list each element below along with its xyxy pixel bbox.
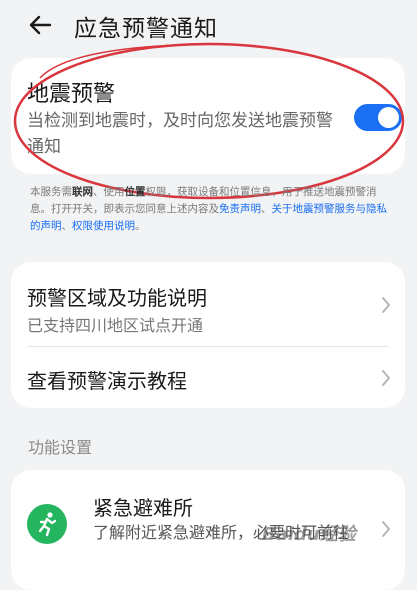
notice-text: 本服务需	[30, 186, 72, 198]
running-person-icon	[27, 504, 67, 544]
chevron-right-icon	[382, 370, 390, 386]
permission-usage-link[interactable]: 权限使用说明	[72, 220, 135, 232]
earthquake-warning-description: 当检测到地震时，及时向您发送地震预警通知	[27, 111, 333, 157]
disclaimer-link[interactable]: 免责声明	[219, 203, 261, 215]
demo-tutorial-title: 查看预警演示教程	[27, 369, 187, 393]
notice-network-term: 联网	[72, 186, 93, 198]
region-info-subtitle: 已支持四川地区试点开通	[27, 316, 204, 335]
demo-tutorial-row[interactable]: 查看预警演示教程	[11, 347, 405, 408]
shelter-title: 紧急避难所	[93, 496, 193, 520]
earthquake-warning-card: 地震预警 当检测到地震时，及时向您发送地震预警通知	[11, 58, 405, 174]
notice-text: 、	[61, 220, 73, 232]
back-arrow-icon[interactable]	[26, 10, 56, 40]
notice-location-term: 位置	[124, 186, 146, 198]
region-info-title: 预警区域及功能说明	[27, 286, 207, 310]
info-card: 预警区域及功能说明 已支持四川地区试点开通 查看预警演示教程	[11, 262, 405, 408]
permission-notice: 本服务需联网、使用位置权限，获取设备和位置信息，用于推送地震预警消息。打开开关，…	[30, 184, 388, 235]
section-label-settings: 功能设置	[28, 438, 93, 457]
region-info-row[interactable]: 预警区域及功能说明 已支持四川地区试点开通	[11, 262, 405, 346]
header-bar: 应急预警通知	[0, 0, 417, 52]
notice-text: 、使用	[93, 186, 125, 198]
toggle-knob	[378, 107, 399, 128]
page-title: 应急预警通知	[74, 16, 218, 42]
earthquake-warning-title: 地震预警	[27, 82, 116, 107]
earthquake-warning-toggle[interactable]	[354, 104, 402, 131]
watermark-logo: Baidu经验	[262, 524, 356, 545]
chevron-right-icon	[382, 297, 390, 313]
chevron-right-icon	[382, 521, 390, 537]
notice-text: 、	[261, 203, 272, 215]
notice-text: 。	[135, 220, 146, 232]
